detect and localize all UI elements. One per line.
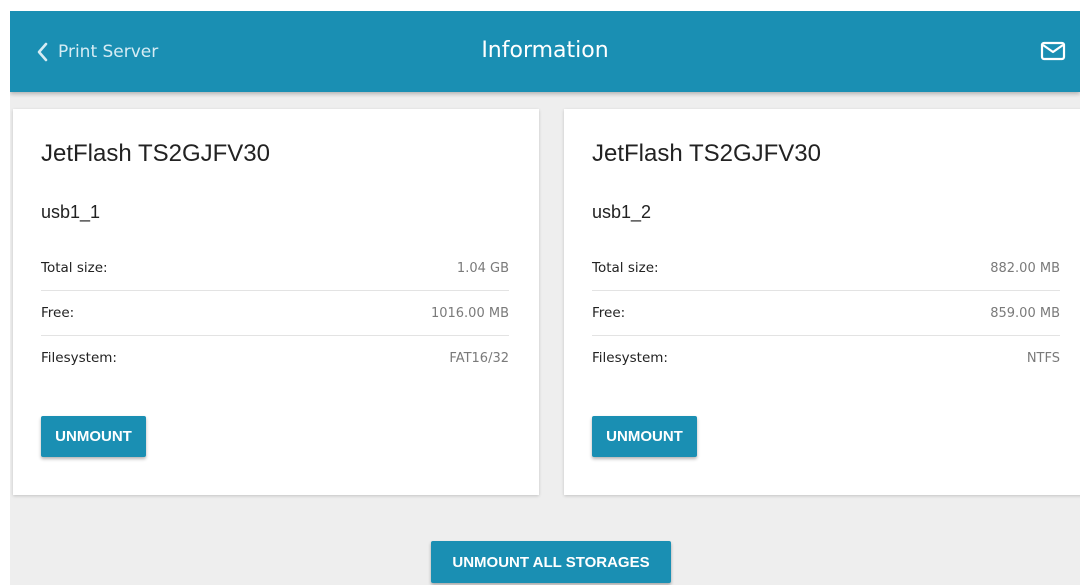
- info-value: NTFS: [1026, 350, 1060, 366]
- mail-icon: [1040, 41, 1066, 65]
- info-value: 1.04 GB: [456, 260, 509, 276]
- partition-name: usb1_2: [592, 202, 652, 222]
- info-label: Free:: [592, 305, 626, 321]
- info-label: Total size:: [592, 260, 659, 276]
- info-value: 1016.00 MB: [430, 305, 509, 321]
- unmount-button[interactable]: UNMOUNT: [592, 416, 697, 457]
- device-name: JetFlash TS2GJFV30: [592, 140, 821, 167]
- page-title: Information: [481, 38, 609, 63]
- info-label: Filesystem:: [41, 350, 117, 366]
- info-label: Filesystem:: [592, 350, 668, 366]
- info-label: Total size:: [41, 260, 108, 276]
- info-row-total-size: Total size: 882.00 MB: [592, 246, 1060, 291]
- info-row-filesystem: Filesystem: FAT16/32: [41, 336, 509, 380]
- storage-info-table: Total size: 882.00 MB Free: 859.00 MB Fi…: [592, 246, 1060, 380]
- device-name: JetFlash TS2GJFV30: [41, 140, 270, 167]
- info-value: 859.00 MB: [990, 305, 1060, 321]
- storage-card: JetFlash TS2GJFV30 usb1_1 Total size: 1.…: [13, 109, 539, 495]
- info-label: Free:: [41, 305, 75, 321]
- app-frame: Print Server Information JetFlash TS2GJF…: [10, 11, 1080, 585]
- info-row-free: Free: 859.00 MB: [592, 291, 1060, 336]
- info-value: FAT16/32: [449, 350, 509, 366]
- mail-button[interactable]: [1040, 41, 1066, 65]
- info-value: 882.00 MB: [990, 260, 1060, 276]
- storage-info-table: Total size: 1.04 GB Free: 1016.00 MB Fil…: [41, 246, 509, 380]
- info-row-free: Free: 1016.00 MB: [41, 291, 509, 336]
- header-bar: Print Server Information: [10, 11, 1080, 92]
- storage-card: JetFlash TS2GJFV30 usb1_2 Total size: 88…: [564, 109, 1080, 495]
- unmount-button[interactable]: UNMOUNT: [41, 416, 146, 457]
- info-row-filesystem: Filesystem: NTFS: [592, 336, 1060, 380]
- info-row-total-size: Total size: 1.04 GB: [41, 246, 509, 291]
- partition-name: usb1_1: [41, 202, 101, 222]
- unmount-all-storages-button[interactable]: UNMOUNT ALL STORAGES: [431, 541, 671, 583]
